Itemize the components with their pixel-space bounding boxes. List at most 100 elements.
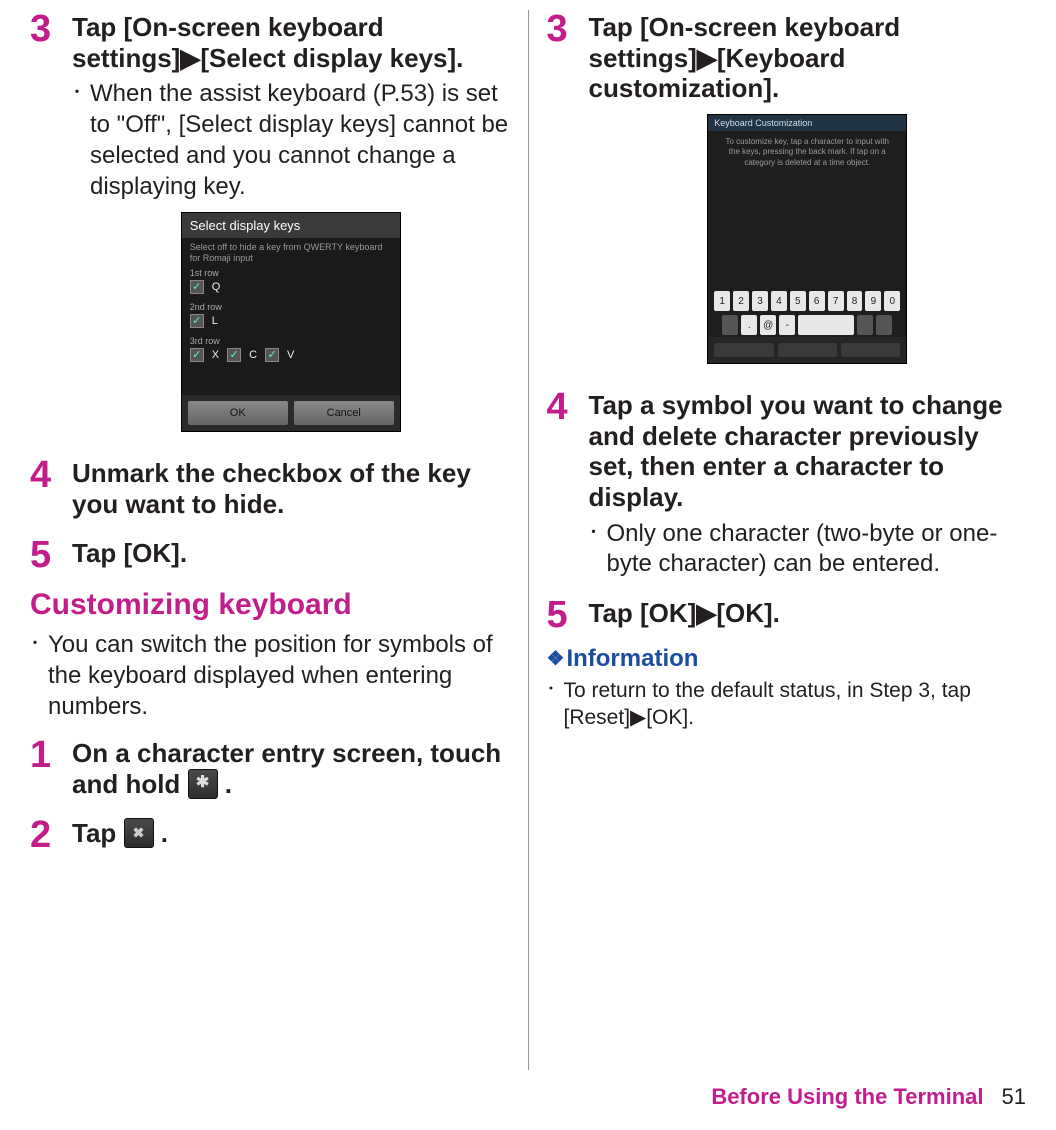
keyboard-key[interactable]: 4 bbox=[771, 291, 787, 311]
right-arrow-icon: ▶ bbox=[697, 43, 717, 73]
dialog-title: Select display keys bbox=[182, 213, 400, 238]
row2-label: 2nd row bbox=[190, 302, 392, 312]
right-step-4: 4 Tap a symbol you want to change and de… bbox=[547, 388, 1027, 586]
step-title-part-b: [OK]. bbox=[716, 598, 780, 628]
step-title: Tap . bbox=[72, 818, 510, 849]
step-number: 5 bbox=[547, 596, 573, 635]
keyboard-key[interactable]: 8 bbox=[847, 291, 863, 311]
symbol-key-icon bbox=[188, 769, 218, 799]
step-title-part-b: . bbox=[218, 769, 232, 799]
step-title: Tap [OK]▶[OK]. bbox=[589, 598, 1027, 629]
keyboard-customization-screenshot: Keyboard Customization To customize key,… bbox=[707, 114, 907, 364]
step-title-part-a: Tap [OK] bbox=[589, 598, 697, 628]
right-arrow-icon: ▶ bbox=[630, 706, 646, 729]
step-number: 5 bbox=[30, 536, 56, 575]
custom-step-1: 1 On a character entry screen, touch and… bbox=[30, 736, 510, 805]
column-divider bbox=[528, 10, 529, 1070]
diamond-icon: ❖ bbox=[547, 648, 565, 670]
info-bullet: ･ To return to the default status, in St… bbox=[547, 677, 1027, 732]
keyboard-key[interactable]: 7 bbox=[828, 291, 844, 311]
bullet-text: When the assist keyboard (P.53) is set t… bbox=[90, 79, 510, 202]
screen-message: To customize key, tap a character to inp… bbox=[708, 131, 906, 178]
information-heading: ❖Information bbox=[547, 645, 1027, 673]
right-step-3: 3 Tap [On-screen keyboard settings]▶[Key… bbox=[547, 10, 1027, 378]
step-number: 4 bbox=[547, 388, 573, 586]
row1-label: 1st row bbox=[190, 268, 392, 278]
select-display-keys-screenshot: Select display keys Select off to hide a… bbox=[181, 212, 401, 432]
keyboard-key[interactable]: 9 bbox=[865, 291, 881, 311]
cancel-button[interactable]: Cancel bbox=[294, 401, 394, 425]
info-bullet-text: To return to the default status, in Step… bbox=[564, 677, 1027, 732]
ok-button[interactable]: OK bbox=[188, 401, 288, 425]
step-number: 4 bbox=[30, 456, 56, 525]
row3-label: 3rd row bbox=[190, 336, 392, 346]
information-heading-text: Information bbox=[566, 645, 698, 672]
page-columns: 3 Tap [On-screen keyboard settings]▶[Sel… bbox=[16, 10, 1040, 1070]
step-body: Tap [On-screen keyboard settings]▶[Selec… bbox=[72, 10, 510, 446]
step-title-part-a: Tap bbox=[72, 818, 124, 848]
keyboard-key[interactable]: @ bbox=[760, 315, 776, 335]
step-title: Unmark the checkbox of the key you want … bbox=[72, 458, 510, 519]
left-step-4: 4 Unmark the checkbox of the key you wan… bbox=[30, 456, 510, 525]
keyboard-key[interactable]: - bbox=[779, 315, 795, 335]
checkbox-x[interactable] bbox=[190, 348, 204, 362]
bullet-dot-icon: ･ bbox=[30, 630, 40, 722]
key-letter: Q bbox=[212, 281, 221, 293]
step-title-part-b: [Select display keys]. bbox=[200, 43, 463, 73]
key-letter: X bbox=[212, 349, 219, 361]
checkbox-q[interactable] bbox=[190, 280, 204, 294]
bullet-dot-icon: ･ bbox=[547, 677, 556, 732]
keyboard-space-key[interactable] bbox=[798, 315, 854, 335]
info-text-a: To return to the default status, in Step… bbox=[564, 679, 971, 729]
custom-step-2: 2 Tap . bbox=[30, 816, 510, 855]
footer-page-number: 51 bbox=[1002, 1084, 1026, 1110]
checkbox-l[interactable] bbox=[190, 314, 204, 328]
bullet-text: Only one character (two-byte or one-byte… bbox=[607, 519, 1027, 580]
step-number: 3 bbox=[547, 10, 573, 378]
left-step-3: 3 Tap [On-screen keyboard settings]▶[Sel… bbox=[30, 10, 510, 446]
step-title: Tap [On-screen keyboard settings]▶[Keybo… bbox=[589, 12, 1027, 104]
step-title: Tap [OK]. bbox=[72, 538, 510, 569]
page-footer: Before Using the Terminal 51 bbox=[711, 1084, 1026, 1110]
keyboard-key[interactable]: . bbox=[741, 315, 757, 335]
step-title-part-a: On a character entry screen, touch and h… bbox=[72, 738, 501, 799]
key-letter: V bbox=[287, 349, 294, 361]
step-title: Tap a symbol you want to change and dele… bbox=[589, 390, 1027, 513]
intro-bullet: ･ You can switch the position for symbol… bbox=[30, 630, 510, 722]
key-letter: C bbox=[249, 349, 257, 361]
step-title-part-b: . bbox=[154, 818, 168, 848]
dialog-description: Select off to hide a key from QWERTY key… bbox=[182, 238, 400, 266]
keyboard-key[interactable]: 0 bbox=[884, 291, 900, 311]
bottom-button[interactable] bbox=[778, 343, 837, 357]
info-text-b: [OK]. bbox=[646, 706, 694, 729]
step-number: 1 bbox=[30, 736, 56, 805]
checkbox-v[interactable] bbox=[265, 348, 279, 362]
keyboard-key[interactable] bbox=[722, 315, 738, 335]
intro-text: You can switch the position for symbols … bbox=[48, 630, 510, 722]
sub-bullet: ･ When the assist keyboard (P.53) is set… bbox=[72, 79, 510, 202]
keyboard-key[interactable] bbox=[857, 315, 873, 335]
onscreen-keyboard: 1 2 3 4 5 6 7 8 9 0 bbox=[708, 289, 906, 363]
right-arrow-icon: ▶ bbox=[696, 598, 716, 628]
key-letter: L bbox=[212, 315, 218, 327]
keyboard-key[interactable] bbox=[876, 315, 892, 335]
right-arrow-icon: ▶ bbox=[180, 43, 200, 73]
bullet-dot-icon: ･ bbox=[589, 519, 599, 580]
step-number: 2 bbox=[30, 816, 56, 855]
keyboard-key[interactable]: 2 bbox=[733, 291, 749, 311]
left-column: 3 Tap [On-screen keyboard settings]▶[Sel… bbox=[16, 10, 524, 1070]
keyboard-key[interactable]: 5 bbox=[790, 291, 806, 311]
bottom-button[interactable] bbox=[841, 343, 900, 357]
keyboard-key[interactable]: 3 bbox=[752, 291, 768, 311]
keyboard-key[interactable]: 6 bbox=[809, 291, 825, 311]
right-column: 3 Tap [On-screen keyboard settings]▶[Key… bbox=[533, 10, 1041, 1070]
settings-key-icon bbox=[124, 818, 154, 848]
step-title: Tap [On-screen keyboard settings]▶[Selec… bbox=[72, 12, 510, 73]
bottom-button[interactable] bbox=[714, 343, 773, 357]
keyboard-key[interactable]: 1 bbox=[714, 291, 730, 311]
checkbox-c[interactable] bbox=[227, 348, 241, 362]
bullet-dot-icon: ･ bbox=[72, 79, 82, 202]
step-title: On a character entry screen, touch and h… bbox=[72, 738, 510, 799]
section-heading-customizing-keyboard: Customizing keyboard bbox=[30, 588, 510, 622]
left-step-5: 5 Tap [OK]. bbox=[30, 536, 510, 575]
